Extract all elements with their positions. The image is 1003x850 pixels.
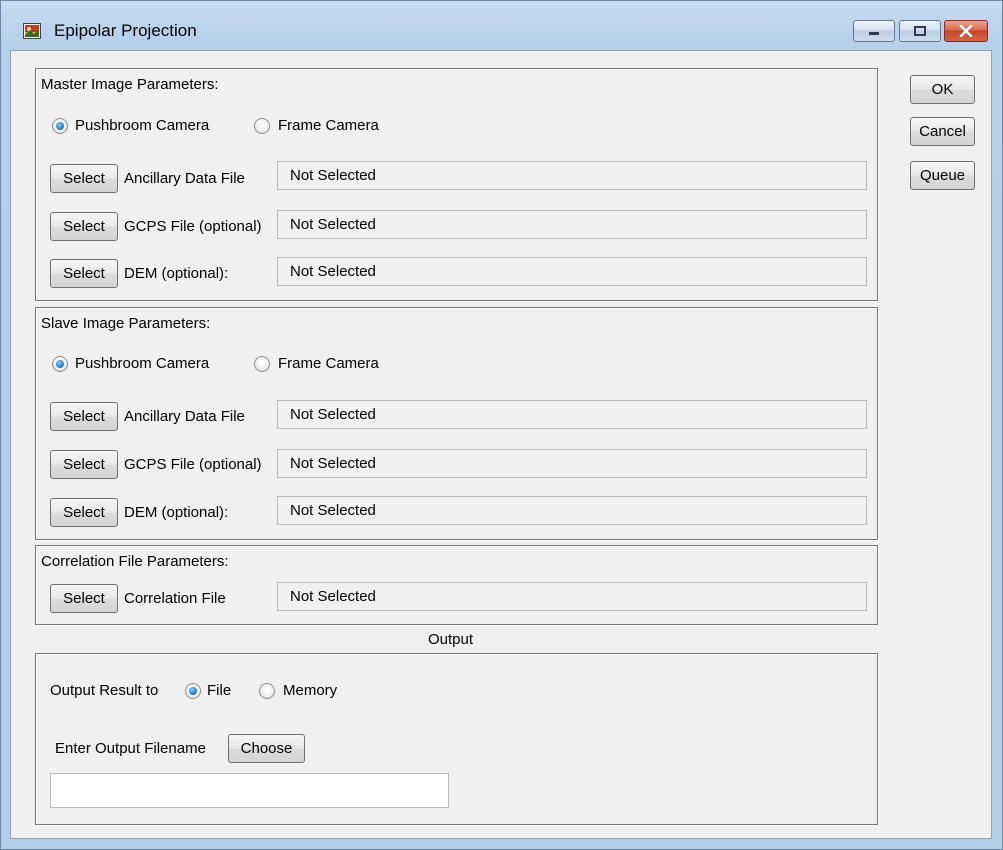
slave-ancillary-select-button[interactable]: Select bbox=[50, 402, 118, 431]
window-title: Epipolar Projection bbox=[54, 21, 197, 40]
correlation-group-title: Correlation File Parameters: bbox=[41, 553, 229, 570]
master-pushbroom-radio[interactable] bbox=[52, 118, 68, 134]
slave-frame-label: Frame Camera bbox=[278, 355, 379, 372]
output-memory-radio[interactable] bbox=[259, 683, 275, 699]
slave-pushbroom-label: Pushbroom Camera bbox=[75, 355, 210, 372]
master-ancillary-value: Not Selected bbox=[277, 161, 867, 190]
choose-button[interactable]: Choose bbox=[228, 734, 305, 763]
cancel-button[interactable]: Cancel bbox=[910, 117, 975, 146]
correlation-select-button[interactable]: Select bbox=[50, 584, 118, 613]
slave-ancillary-label: Ancillary Data File bbox=[124, 408, 245, 425]
master-ancillary-select-button[interactable]: Select bbox=[50, 164, 118, 193]
minimize-icon bbox=[869, 32, 879, 35]
master-frame-radio[interactable] bbox=[254, 118, 270, 134]
master-dem-label: DEM (optional): bbox=[124, 265, 229, 282]
close-button[interactable] bbox=[944, 20, 988, 42]
slave-group-title: Slave Image Parameters: bbox=[41, 315, 211, 332]
slave-pushbroom-radio[interactable] bbox=[52, 356, 68, 372]
slave-gcps-select-button[interactable]: Select bbox=[50, 450, 118, 479]
queue-button[interactable]: Queue bbox=[910, 161, 975, 190]
output-filename-input[interactable] bbox=[50, 773, 449, 808]
slave-gcps-label: GCPS File (optional) bbox=[124, 456, 262, 473]
master-gcps-label: GCPS File (optional) bbox=[124, 218, 262, 235]
minimize-button[interactable] bbox=[853, 20, 895, 42]
slave-gcps-value: Not Selected bbox=[277, 449, 867, 478]
output-file-radio[interactable] bbox=[185, 683, 201, 699]
correlation-file-label: Correlation File bbox=[124, 590, 226, 607]
slave-dem-value: Not Selected bbox=[277, 496, 867, 525]
master-pushbroom-label: Pushbroom Camera bbox=[75, 117, 210, 134]
output-result-label: Output Result to bbox=[50, 682, 159, 699]
output-filename-label: Enter Output Filename bbox=[55, 740, 206, 757]
master-dem-value: Not Selected bbox=[277, 257, 867, 286]
master-group-title: Master Image Parameters: bbox=[41, 76, 219, 93]
ok-button[interactable]: OK bbox=[910, 75, 975, 104]
slave-frame-radio[interactable] bbox=[254, 356, 270, 372]
master-frame-label: Frame Camera bbox=[278, 117, 379, 134]
master-gcps-value: Not Selected bbox=[277, 210, 867, 239]
slave-dem-select-button[interactable]: Select bbox=[50, 498, 118, 527]
output-section-title: Output bbox=[428, 631, 474, 648]
output-memory-label: Memory bbox=[283, 682, 338, 699]
master-ancillary-label: Ancillary Data File bbox=[124, 170, 245, 187]
output-file-label: File bbox=[207, 682, 232, 699]
master-dem-select-button[interactable]: Select bbox=[50, 259, 118, 288]
slave-dem-label: DEM (optional): bbox=[124, 504, 229, 521]
correlation-file-value: Not Selected bbox=[277, 582, 867, 611]
app-icon bbox=[23, 23, 41, 39]
maximize-button[interactable] bbox=[899, 20, 941, 42]
maximize-icon bbox=[914, 26, 926, 36]
master-gcps-select-button[interactable]: Select bbox=[50, 212, 118, 241]
slave-ancillary-value: Not Selected bbox=[277, 400, 867, 429]
close-icon bbox=[959, 25, 973, 37]
